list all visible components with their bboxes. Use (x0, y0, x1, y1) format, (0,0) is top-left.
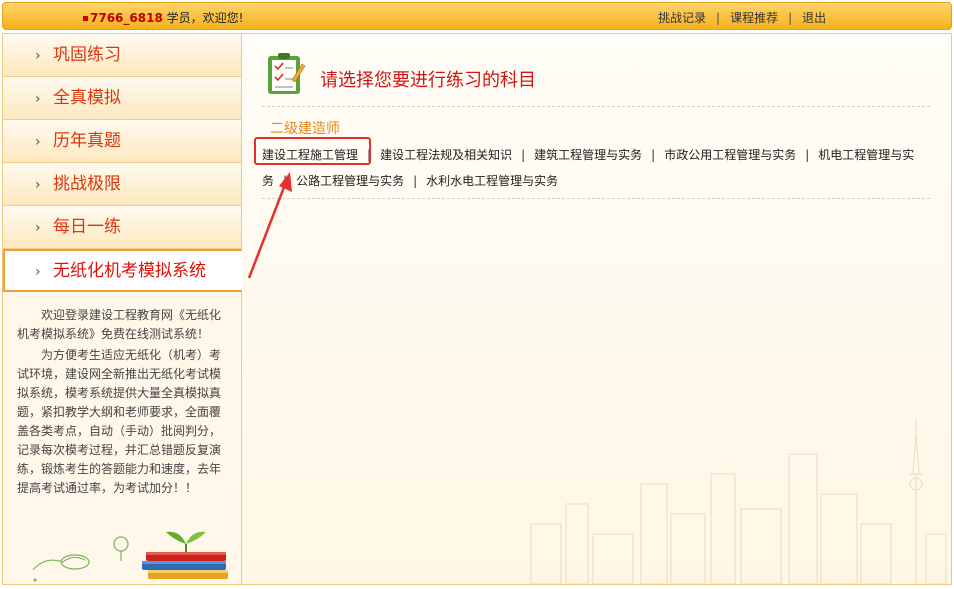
separator: | (716, 11, 721, 25)
chevron-right-icon: › (35, 264, 41, 280)
sidebar-item-full-simulation[interactable]: › 全真模拟 (3, 77, 241, 120)
sidebar-item-daily-practice[interactable]: › 每日一练 (3, 206, 241, 249)
subject-link[interactable]: 水利水电工程管理与实务 (426, 174, 558, 188)
divider (262, 198, 930, 199)
sidebar-item-label: 巩固练习 (53, 45, 121, 65)
subject-link[interactable]: 市政公用工程管理与实务 (664, 148, 796, 162)
main-panel: 请选择您要进行练习的科目 二级建造师 建设工程施工管理 | 建设工程法规及相关知识 |… (242, 33, 952, 585)
separator: | (788, 11, 793, 25)
top-links: 挑战记录 | 课程推荐 | 退出 (658, 9, 826, 26)
intro-paragraph: 为方便考生适应无纸化（机考）考试环境，建设网全新推出无纸化考试模拟系统，模考系统… (17, 348, 222, 495)
sidebar-item-label: 历年真题 (53, 131, 121, 151)
separator: | (805, 148, 810, 162)
chevron-right-icon: › (35, 91, 41, 107)
logout-link[interactable]: 退出 (802, 11, 826, 25)
separator: | (283, 174, 288, 188)
clipboard-icon (268, 53, 306, 94)
subject-link[interactable]: 公路工程管理与实务 (296, 174, 404, 188)
intro-paragraph: 欢迎登录建设工程教育网《无纸化机考模拟系统》免费在线测试系统！ (17, 308, 222, 341)
intro-text: 欢迎登录建设工程教育网《无纸化机考模拟系统》免费在线测试系统！ 为方便考生适应无… (3, 292, 241, 498)
sidebar: › 巩固练习 › 全真模拟 › 历年真题 › 挑战极限 › 每日一练 › 无纸化机考模拟系统… (2, 33, 246, 585)
doodle-illustration (32, 536, 129, 582)
separator: | (367, 148, 372, 162)
sidebar-item-label: 全真模拟 (53, 88, 121, 108)
books-icon (142, 531, 228, 579)
page-title: 请选择您要进行练习的科目 (320, 70, 536, 91)
course-recommend-link[interactable]: 课程推荐 (730, 11, 778, 25)
separator: | (413, 174, 418, 188)
challenge-record-link[interactable]: 挑战记录 (658, 11, 706, 25)
sidebar-item-label: 每日一练 (53, 217, 121, 237)
subject-link[interactable]: 建设工程法规及相关知识 (380, 148, 512, 162)
sidebar-item-challenge-limit[interactable]: › 挑战极限 (3, 163, 241, 206)
user-id: 7766_6818 (90, 11, 163, 25)
exam-category-label: 二级建造师 (270, 121, 340, 137)
sidebar-item-consolidation-practice[interactable]: › 巩固练习 (3, 34, 241, 77)
city-skyline-illustration (530, 419, 947, 584)
user-welcome: 7766_6818 学员，欢迎您! (83, 9, 243, 26)
subject-link[interactable]: 建筑工程管理与实务 (534, 148, 642, 162)
chevron-right-icon: › (35, 220, 41, 236)
user-marker-icon (83, 16, 88, 21)
separator: | (521, 148, 526, 162)
top-bar: 7766_6818 学员，欢迎您! 挑战记录 | 课程推荐 | 退出 (2, 2, 952, 30)
subject-link[interactable]: 建设工程施工管理 (262, 148, 358, 162)
subject-list: 建设工程施工管理 | 建设工程法规及相关知识 | 建筑工程管理与实务 | 市政公用工程管理与… (262, 142, 932, 194)
sidebar-item-label: 无纸化机考模拟系统 (53, 261, 206, 281)
divider (262, 106, 930, 107)
sidebar-item-past-exams[interactable]: › 历年真题 (3, 120, 241, 163)
chevron-right-icon: › (35, 177, 41, 193)
separator: | (651, 148, 656, 162)
chevron-right-icon: › (35, 134, 41, 150)
greeting-text: 学员，欢迎您! (166, 11, 244, 25)
chevron-right-icon: › (35, 48, 41, 64)
sidebar-item-paperless-exam-system[interactable]: › 无纸化机考模拟系统 (3, 249, 246, 292)
sidebar-item-label: 挑战极限 (53, 174, 121, 194)
